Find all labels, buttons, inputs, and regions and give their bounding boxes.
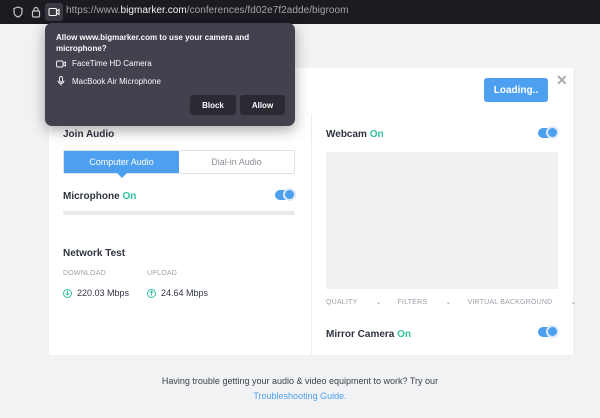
upload-label: UPLOAD (147, 270, 177, 277)
microphone-icon (56, 76, 66, 86)
url-domain: bigmarker.com (120, 5, 187, 16)
webcam-label: Webcam (326, 129, 367, 140)
virtual-background-dropdown[interactable]: VIRTUAL BACKGROUND ⌄ (467, 298, 576, 306)
download-value: 220.03 Mbps (77, 288, 130, 298)
browser-url-bar: https://www.bigmarker.com/conferences/fd… (0, 0, 600, 24)
download-speed: 220.03 Mbps (63, 288, 129, 298)
virtual-background-label: VIRTUAL BACKGROUND (467, 299, 553, 306)
camera-row: FaceTime HD Camera (56, 59, 152, 68)
filters-dropdown[interactable]: FILTERS ⌄ (398, 298, 452, 306)
url-prefix: https://www. (66, 5, 121, 16)
permission-popup: Allow www.bigmarker.com to use your came… (45, 23, 295, 126)
microphone-level-meter (63, 211, 295, 215)
loading-button[interactable]: Loading.. (484, 78, 548, 102)
toggle-knob (546, 126, 559, 139)
upload-value: 24.64 Mbps (161, 288, 209, 298)
webcam-preview (326, 152, 558, 289)
webcam-status: Webcam On (326, 129, 384, 140)
toggle-knob (283, 188, 296, 201)
tab-dial-in-audio[interactable]: Dial-in Audio (179, 151, 294, 173)
url-path: /conferences/fd02e7f2adde/bigroom (186, 5, 349, 16)
upload-arrow-icon (147, 288, 156, 298)
webcam-toggle[interactable] (538, 126, 559, 139)
column-divider (311, 114, 312, 355)
popup-title: Allow www.bigmarker.com to use your came… (56, 33, 250, 53)
permissions-icon[interactable] (45, 3, 63, 21)
network-test-heading: Network Test (63, 248, 126, 259)
quality-label: QUALITY (326, 299, 358, 306)
webcam-state: On (369, 129, 384, 140)
close-icon[interactable]: ✕ (556, 72, 568, 89)
download-label: DOWNLOAD (63, 270, 106, 277)
help-text: Having trouble getting your audio & vide… (161, 376, 439, 386)
quality-dropdown[interactable]: QUALITY ⌄ (326, 298, 382, 306)
microphone-toggle[interactable] (275, 188, 296, 201)
upload-speed: 24.64 Mbps (147, 288, 208, 298)
toggle-knob (546, 325, 559, 338)
microphone-row: MacBook Air Microphone (56, 76, 161, 86)
mirror-camera-status: Mirror Camera On (326, 329, 411, 340)
tab-computer-audio[interactable]: Computer Audio (64, 151, 179, 178)
join-audio-heading: Join Audio (63, 129, 115, 140)
troubleshooting-link[interactable]: Troubleshooting Guide. (0, 391, 600, 401)
block-button[interactable]: Block (190, 95, 236, 115)
lock-icon[interactable] (29, 5, 43, 19)
mirror-camera-label: Mirror Camera (326, 329, 395, 340)
microphone-status: Microphone On (63, 191, 136, 202)
url-field[interactable]: https://www.bigmarker.com/conferences/fd… (66, 5, 349, 16)
microphone-device-label: MacBook Air Microphone (72, 76, 161, 86)
microphone-label: Microphone (63, 191, 120, 202)
mirror-camera-toggle[interactable] (538, 325, 559, 338)
shield-icon[interactable] (11, 5, 25, 19)
mirror-camera-state: On (397, 329, 412, 340)
microphone-state: On (122, 191, 137, 202)
camera-label: FaceTime HD Camera (72, 59, 152, 68)
audio-tabs: Computer Audio Dial-in Audio (63, 150, 295, 178)
webcam-options: QUALITY ⌄ FILTERS ⌄ VIRTUAL BACKGROUND ⌄ (326, 298, 593, 306)
allow-button[interactable]: Allow (240, 95, 285, 115)
filters-label: FILTERS (397, 299, 428, 306)
download-arrow-icon (63, 288, 72, 298)
camera-icon (56, 60, 66, 68)
